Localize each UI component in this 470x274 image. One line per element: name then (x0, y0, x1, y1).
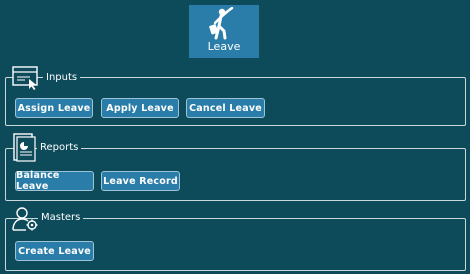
assign-leave-button[interactable]: Assign Leave (15, 98, 93, 118)
cancel-leave-button[interactable]: Cancel Leave (186, 98, 265, 118)
report-chart-icon (13, 133, 36, 162)
reports-title: Reports (37, 142, 82, 153)
apply-leave-button[interactable]: Apply Leave (101, 98, 179, 118)
leave-record-button[interactable]: Leave Record (101, 171, 180, 191)
user-gear-icon (12, 207, 38, 231)
window-cursor-icon (12, 66, 38, 90)
person-walking-suitcase-icon (209, 7, 234, 40)
masters-title: Masters (38, 212, 84, 223)
create-leave-button[interactable]: Create Leave (15, 241, 94, 261)
leave-tile[interactable]: Leave (189, 5, 259, 58)
inputs-title: Inputs (43, 72, 81, 83)
balance-leave-button[interactable]: Balance Leave (15, 170, 94, 192)
tile-label: Leave (207, 40, 241, 53)
